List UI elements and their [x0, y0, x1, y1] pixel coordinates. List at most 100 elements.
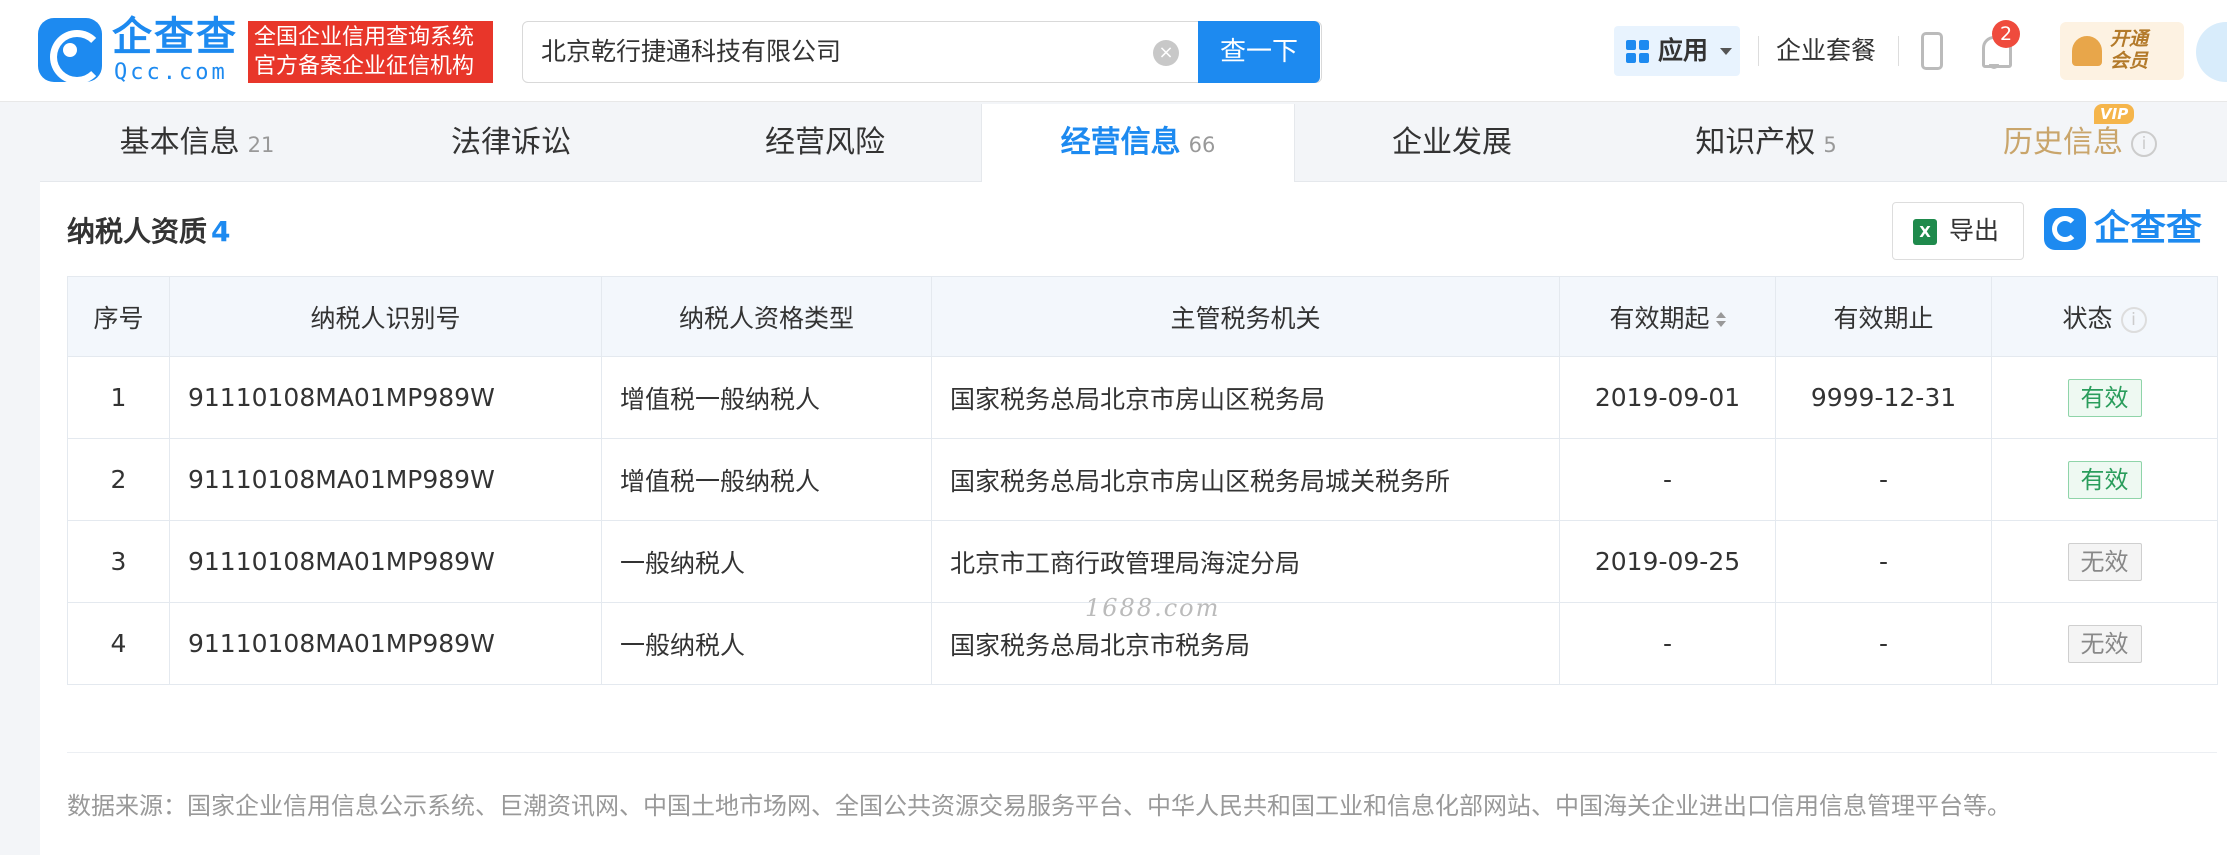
table-header-row: 序号 纳税人识别号 纳税人资格类型 主管税务机关 有效期起 有效期止 状态 i [67, 276, 2218, 357]
col-header-status-label: 状态 [2062, 303, 2113, 333]
top-header: 企查查 Qcc.com 全国企业信用查询系统 官方备案企业征信机构 北京乾行捷通… [0, 0, 2227, 102]
cell-type: 一般纳税人 [601, 602, 932, 685]
cell-type: 增值税一般纳税人 [601, 438, 932, 521]
cell-status: 有效 [1991, 356, 2218, 439]
cell-status: 有效 [1991, 438, 2218, 521]
sort-icon[interactable] [1715, 311, 1726, 329]
tab-label: 经营风险 [765, 125, 885, 160]
section-tabs: 基本信息 21 法律诉讼 经营风险 经营信息 66 企业发展 知识产权 5 历史信息 i [40, 104, 2227, 182]
table-row: 1 91110108MA01MP989W 增值税一般纳税人 国家税务总局北京市房… [67, 356, 2218, 439]
status-badge: 无效 [2067, 624, 2142, 663]
vip-label-line-2: 会员 [2110, 50, 2149, 72]
cell-authority: 国家税务总局北京市房山区税务局城关税务所 [931, 438, 1560, 521]
cell-tax-id: 91110108MA01MP989W [169, 602, 602, 685]
cell-end-date: - [1775, 520, 1992, 603]
cell-type: 一般纳税人 [601, 520, 932, 603]
col-header-status: 状态 i [1991, 276, 2218, 357]
qcc-logo-icon [2044, 208, 2086, 250]
cell-start-date: 2019-09-01 [1559, 356, 1776, 439]
cell-end-date: - [1775, 602, 1992, 685]
status-badge: 无效 [2067, 542, 2142, 581]
tab-development[interactable]: 企业发展 [1295, 104, 1609, 182]
logo-subtitle: Qcc.com [114, 60, 228, 85]
cell-authority: 北京市工商行政管理局海淀分局 [931, 520, 1560, 603]
cell-no: 1 [67, 356, 170, 439]
qcc-logo-icon[interactable] [38, 18, 104, 84]
badge-line-1: 全国企业信用查询系统 [254, 25, 475, 50]
table-row: 3 91110108MA01MP989W 一般纳税人 北京市工商行政管理局海淀分… [67, 520, 2218, 603]
export-button[interactable]: X 导出 [1892, 202, 2024, 260]
divider [67, 752, 2217, 753]
tab-ip[interactable]: 知识产权 5 [1609, 104, 1923, 182]
col-header-type: 纳税人资格类型 [601, 276, 932, 357]
logo-title[interactable]: 企查查 [112, 14, 238, 60]
cell-type: 增值税一般纳税人 [601, 356, 932, 439]
cell-start-date: - [1559, 602, 1776, 685]
tab-basic-info[interactable]: 基本信息 21 [40, 104, 354, 182]
tab-label: 知识产权 [1695, 125, 1816, 160]
brand-text: 企查查 [2094, 208, 2203, 249]
watermark: 1688.com [1085, 594, 1221, 622]
tab-risk[interactable]: 经营风险 [668, 104, 982, 182]
data-source-note: 数据来源：国家企业信用信息公示系统、巨潮资讯网、中国土地市场网、全国公共资源交易… [67, 792, 2011, 820]
excel-icon: X [1913, 219, 1937, 245]
clear-icon[interactable]: × [1153, 40, 1179, 66]
divider [1898, 36, 1899, 66]
cell-authority: 国家税务总局北京市税务局 [931, 602, 1560, 685]
section-count: 4 [211, 215, 231, 248]
tab-label: 企业发展 [1392, 125, 1512, 160]
table-row: 2 91110108MA01MP989W 增值税一般纳税人 国家税务总局北京市房… [67, 438, 2218, 521]
col-header-start-label: 有效期起 [1609, 303, 1710, 333]
tab-label: 历史信息 [2003, 125, 2123, 160]
vip-label: 开通 会员 [2110, 28, 2170, 72]
cell-status: 无效 [1991, 602, 2218, 685]
tab-label: 法律诉讼 [451, 125, 571, 160]
content-panel: 纳税人资质 4 X 导出 企查查 序号 纳税人识别号 纳税人资格类型 主管税务机关… [40, 182, 2227, 855]
crown-icon [2072, 36, 2102, 66]
tab-operation-info[interactable]: 经营信息 66 [981, 104, 1295, 182]
cell-end-date: - [1775, 438, 1992, 521]
apps-menu-button[interactable]: 应用 [1614, 26, 1740, 76]
chevron-down-icon [1720, 48, 1732, 55]
cell-start-date: 2019-09-25 [1559, 520, 1776, 603]
mobile-app-icon[interactable] [1921, 32, 1943, 70]
col-header-end-date: 有效期止 [1775, 276, 1992, 357]
export-label: 导出 [1949, 216, 2000, 245]
status-badge: 有效 [2067, 460, 2142, 499]
col-header-start-date[interactable]: 有效期起 [1559, 276, 1776, 357]
grid-icon [1626, 40, 1650, 64]
vip-tag: VIP [2094, 104, 2135, 124]
cell-tax-id: 91110108MA01MP989W [169, 438, 602, 521]
apps-label: 应用 [1658, 36, 1709, 65]
col-header-authority: 主管税务机关 [931, 276, 1560, 357]
badge-line-2: 官方备案企业征信机构 [254, 54, 475, 79]
col-header-no: 序号 [67, 276, 170, 357]
cell-end-date: 9999-12-31 [1775, 356, 1992, 439]
cell-start-date: - [1559, 438, 1776, 521]
tab-label: 基本信息 [119, 125, 240, 160]
tab-count: 66 [1188, 133, 1216, 157]
cell-no: 2 [67, 438, 170, 521]
avatar[interactable] [2196, 22, 2227, 82]
tab-count: 21 [247, 133, 275, 157]
search-button[interactable]: 查一下 [1198, 21, 1320, 83]
official-badge: 全国企业信用查询系统 官方备案企业征信机构 [248, 21, 493, 83]
tab-label: 经营信息 [1060, 125, 1181, 160]
tab-history[interactable]: 历史信息 i [1923, 104, 2227, 182]
enterprise-package-link[interactable]: 企业套餐 [1776, 26, 1876, 76]
open-vip-button[interactable]: 开通 会员 [2060, 22, 2184, 80]
cell-no: 3 [67, 520, 170, 603]
cell-tax-id: 91110108MA01MP989W [169, 520, 602, 603]
cell-tax-id: 91110108MA01MP989W [169, 356, 602, 439]
cell-status: 无效 [1991, 520, 2218, 603]
tab-legal[interactable]: 法律诉讼 [354, 104, 668, 182]
info-icon[interactable]: i [2120, 306, 2147, 333]
tab-count: 5 [1823, 133, 1837, 157]
section-title: 纳税人资质 4 [67, 210, 231, 250]
info-icon: i [2131, 130, 2157, 157]
status-badge: 有效 [2067, 378, 2142, 417]
vip-label-line-1: 开通 [2110, 28, 2149, 50]
notification-count-badge: 2 [1992, 20, 2020, 48]
search-input[interactable]: 北京乾行捷通科技有限公司 [541, 22, 841, 82]
taxpayer-table: 序号 纳税人识别号 纳税人资格类型 主管税务机关 有效期起 有效期止 状态 i 1… [67, 276, 2218, 685]
